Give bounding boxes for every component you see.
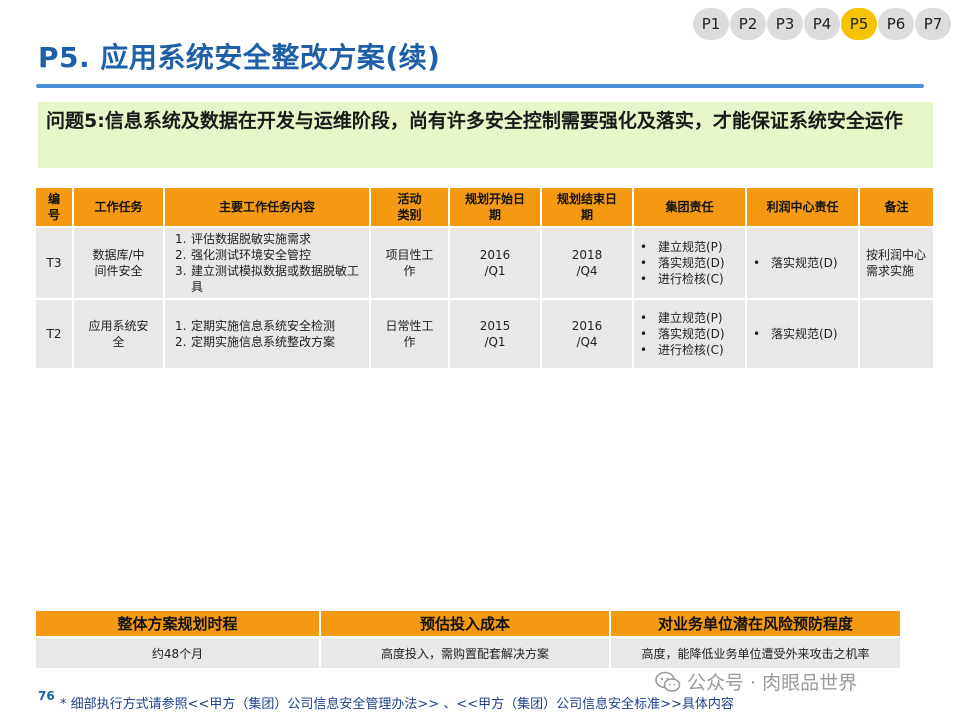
bullet-item: 落实规范(D)	[753, 255, 858, 271]
header-end-date: 规划结束日期	[540, 186, 634, 228]
content-item: 2. 强化测试环境安全管控	[169, 247, 369, 263]
page-tab-p2[interactable]: P2	[730, 8, 766, 40]
bullet-item: 建立规范(P)	[640, 239, 745, 255]
content-list: 1. 定期实施信息系统安全检测 2. 定期实施信息系统整改方案	[165, 318, 369, 350]
header-content: 主要工作任务内容	[163, 186, 371, 228]
page-tab-p5[interactable]: P5	[841, 8, 877, 40]
footnote: * 细部执行方式请参照<<甲方（集团）公司信息安全管理办法>> 、<<甲方（集团…	[60, 697, 734, 712]
cell-group-responsibility: 建立规范(P)落实规范(D)进行检核(C)	[632, 226, 747, 300]
bullet-item: 进行检核(C)	[640, 271, 745, 287]
header-remark: 备注	[858, 186, 935, 228]
cell-id: T3	[34, 226, 74, 300]
item-text: 评估数据脱敏实施需求	[191, 232, 312, 246]
item-number: 2.	[175, 248, 187, 262]
item-text: 建立测试模拟数据或数据脱敏工具	[191, 264, 360, 294]
cell-group-responsibility: 建立规范(P)落实规范(D)进行检核(C)	[632, 298, 747, 370]
item-text: 定期实施信息系统整改方案	[191, 335, 336, 349]
header-group-responsibility: 集团责任	[632, 186, 747, 228]
content-item: 2. 定期实施信息系统整改方案	[169, 334, 369, 350]
bullet-list: 落实规范(D)	[747, 255, 858, 271]
cell-start-date: 2015/Q1	[448, 298, 542, 370]
cell-remark: 按利润中心 需求实施	[858, 226, 935, 300]
page-tab-p1[interactable]: P1	[693, 8, 729, 40]
cell-task: 应用系统安全	[72, 298, 165, 370]
header-category: 活动 类别	[369, 186, 450, 228]
summary-header-row: 整体方案规划时程 预估投入成本 对业务单位潜在风险预防程度	[34, 609, 902, 638]
page-number: 76	[38, 689, 55, 703]
page-tab-p7[interactable]: P7	[915, 8, 951, 40]
cell-start-date: 2016/Q1	[448, 226, 542, 300]
bullet-item: 进行检核(C)	[640, 342, 745, 358]
wechat-icon	[655, 671, 681, 693]
cell-category: 日常性工作	[369, 298, 450, 370]
cell-content: 1. 评估数据脱敏实施需求 2. 强化测试环境安全管控 3. 建立测试模拟数据或数据脱敏工…	[163, 226, 371, 300]
summary-table: 整体方案规划时程 预估投入成本 对业务单位潜在风险预防程度 约48个月 高度投入，需购…	[34, 609, 902, 670]
bullet-item: 建立规范(P)	[640, 310, 745, 326]
header-start-date: 规划开始日期	[448, 186, 542, 228]
cell-task: 数据库/中 间件安全	[72, 226, 165, 300]
item-number: 3.	[175, 264, 187, 278]
header-id: 编号	[34, 186, 74, 228]
bullet-item: 落实规范(D)	[640, 326, 745, 342]
summary-value-cost: 高度投入，需购置配套解决方案	[319, 636, 611, 670]
page-tab-p3[interactable]: P3	[767, 8, 803, 40]
bullet-item: 落实规范(D)	[753, 326, 858, 342]
problem-statement: 问题5:信息系统及数据在开发与运维阶段，尚有许多安全控制需要强化及落实，才能保证…	[38, 102, 933, 168]
item-number: 1.	[175, 232, 187, 246]
page-tab-p6[interactable]: P6	[878, 8, 914, 40]
bullet-list: 落实规范(D)	[747, 326, 858, 342]
title-underline	[36, 84, 924, 88]
summary-header-cost: 预估投入成本	[319, 609, 611, 638]
watermark: 公众号 · 肉眼品世界	[655, 668, 857, 695]
content-list: 1. 评估数据脱敏实施需求 2. 强化测试环境安全管控 3. 建立测试模拟数据或数据脱敏工…	[165, 231, 369, 295]
summary-value-row: 约48个月 高度投入，需购置配套解决方案 高度，能降低业务单位遭受外来攻击之机率	[34, 636, 902, 670]
bullet-item: 落实规范(D)	[640, 255, 745, 271]
table-header-row: 编号工作任务 主要工作任务内容 活动 类别 规划开始日期规划结束日期集团责任 利润中心责任…	[34, 186, 935, 228]
page-navigator: P1 P2 P3 P4 P5 P6 P7	[693, 8, 952, 40]
bullet-list: 建立规范(P)落实规范(D)进行检核(C)	[634, 239, 745, 287]
content-item: 1. 评估数据脱敏实施需求	[169, 231, 369, 247]
bullet-list: 建立规范(P)落实规范(D)进行检核(C)	[634, 310, 745, 358]
item-number: 1.	[175, 319, 187, 333]
summary-header-timeline: 整体方案规划时程	[34, 609, 321, 638]
cell-id: T2	[34, 298, 74, 370]
page-title: P5. 应用系统安全整改方案(续)	[38, 41, 441, 74]
cell-profit-center-responsibility: 落实规范(D)	[745, 226, 860, 300]
cell-profit-center-responsibility: 落实规范(D)	[745, 298, 860, 370]
content-item: 1. 定期实施信息系统安全检测	[169, 318, 369, 334]
table-row: T2 应用系统安全 1. 定期实施信息系统安全检测 2. 定期实施信息系统整改方案 日常性工…	[34, 298, 935, 370]
cell-category: 项目性工作	[369, 226, 450, 300]
task-table: 编号工作任务 主要工作任务内容 活动 类别 规划开始日期规划结束日期集团责任 利润中心责任…	[34, 186, 935, 370]
cell-content: 1. 定期实施信息系统安全检测 2. 定期实施信息系统整改方案	[163, 298, 371, 370]
cell-remark	[858, 298, 935, 370]
item-text: 定期实施信息系统安全检测	[191, 319, 336, 333]
content-item: 3. 建立测试模拟数据或数据脱敏工具	[169, 263, 369, 295]
page-tab-p4[interactable]: P4	[804, 8, 840, 40]
cell-end-date: 2016/Q4	[540, 298, 634, 370]
item-text: 强化测试环境安全管控	[191, 248, 312, 262]
header-profit-center-responsibility: 利润中心责任	[745, 186, 860, 228]
header-task: 工作任务	[72, 186, 165, 228]
summary-value-risk-prevention: 高度，能降低业务单位遭受外来攻击之机率	[609, 636, 902, 670]
summary-header-risk-prevention: 对业务单位潜在风险预防程度	[609, 609, 902, 638]
watermark-text: 公众号 · 肉眼品世界	[687, 672, 858, 694]
summary-value-timeline: 约48个月	[34, 636, 321, 670]
table-row: T3 数据库/中 间件安全 1. 评估数据脱敏实施需求 2. 强化测试环境安全管控 3. 建立测…	[34, 226, 935, 300]
cell-end-date: 2018/Q4	[540, 226, 634, 300]
item-number: 2.	[175, 335, 187, 349]
